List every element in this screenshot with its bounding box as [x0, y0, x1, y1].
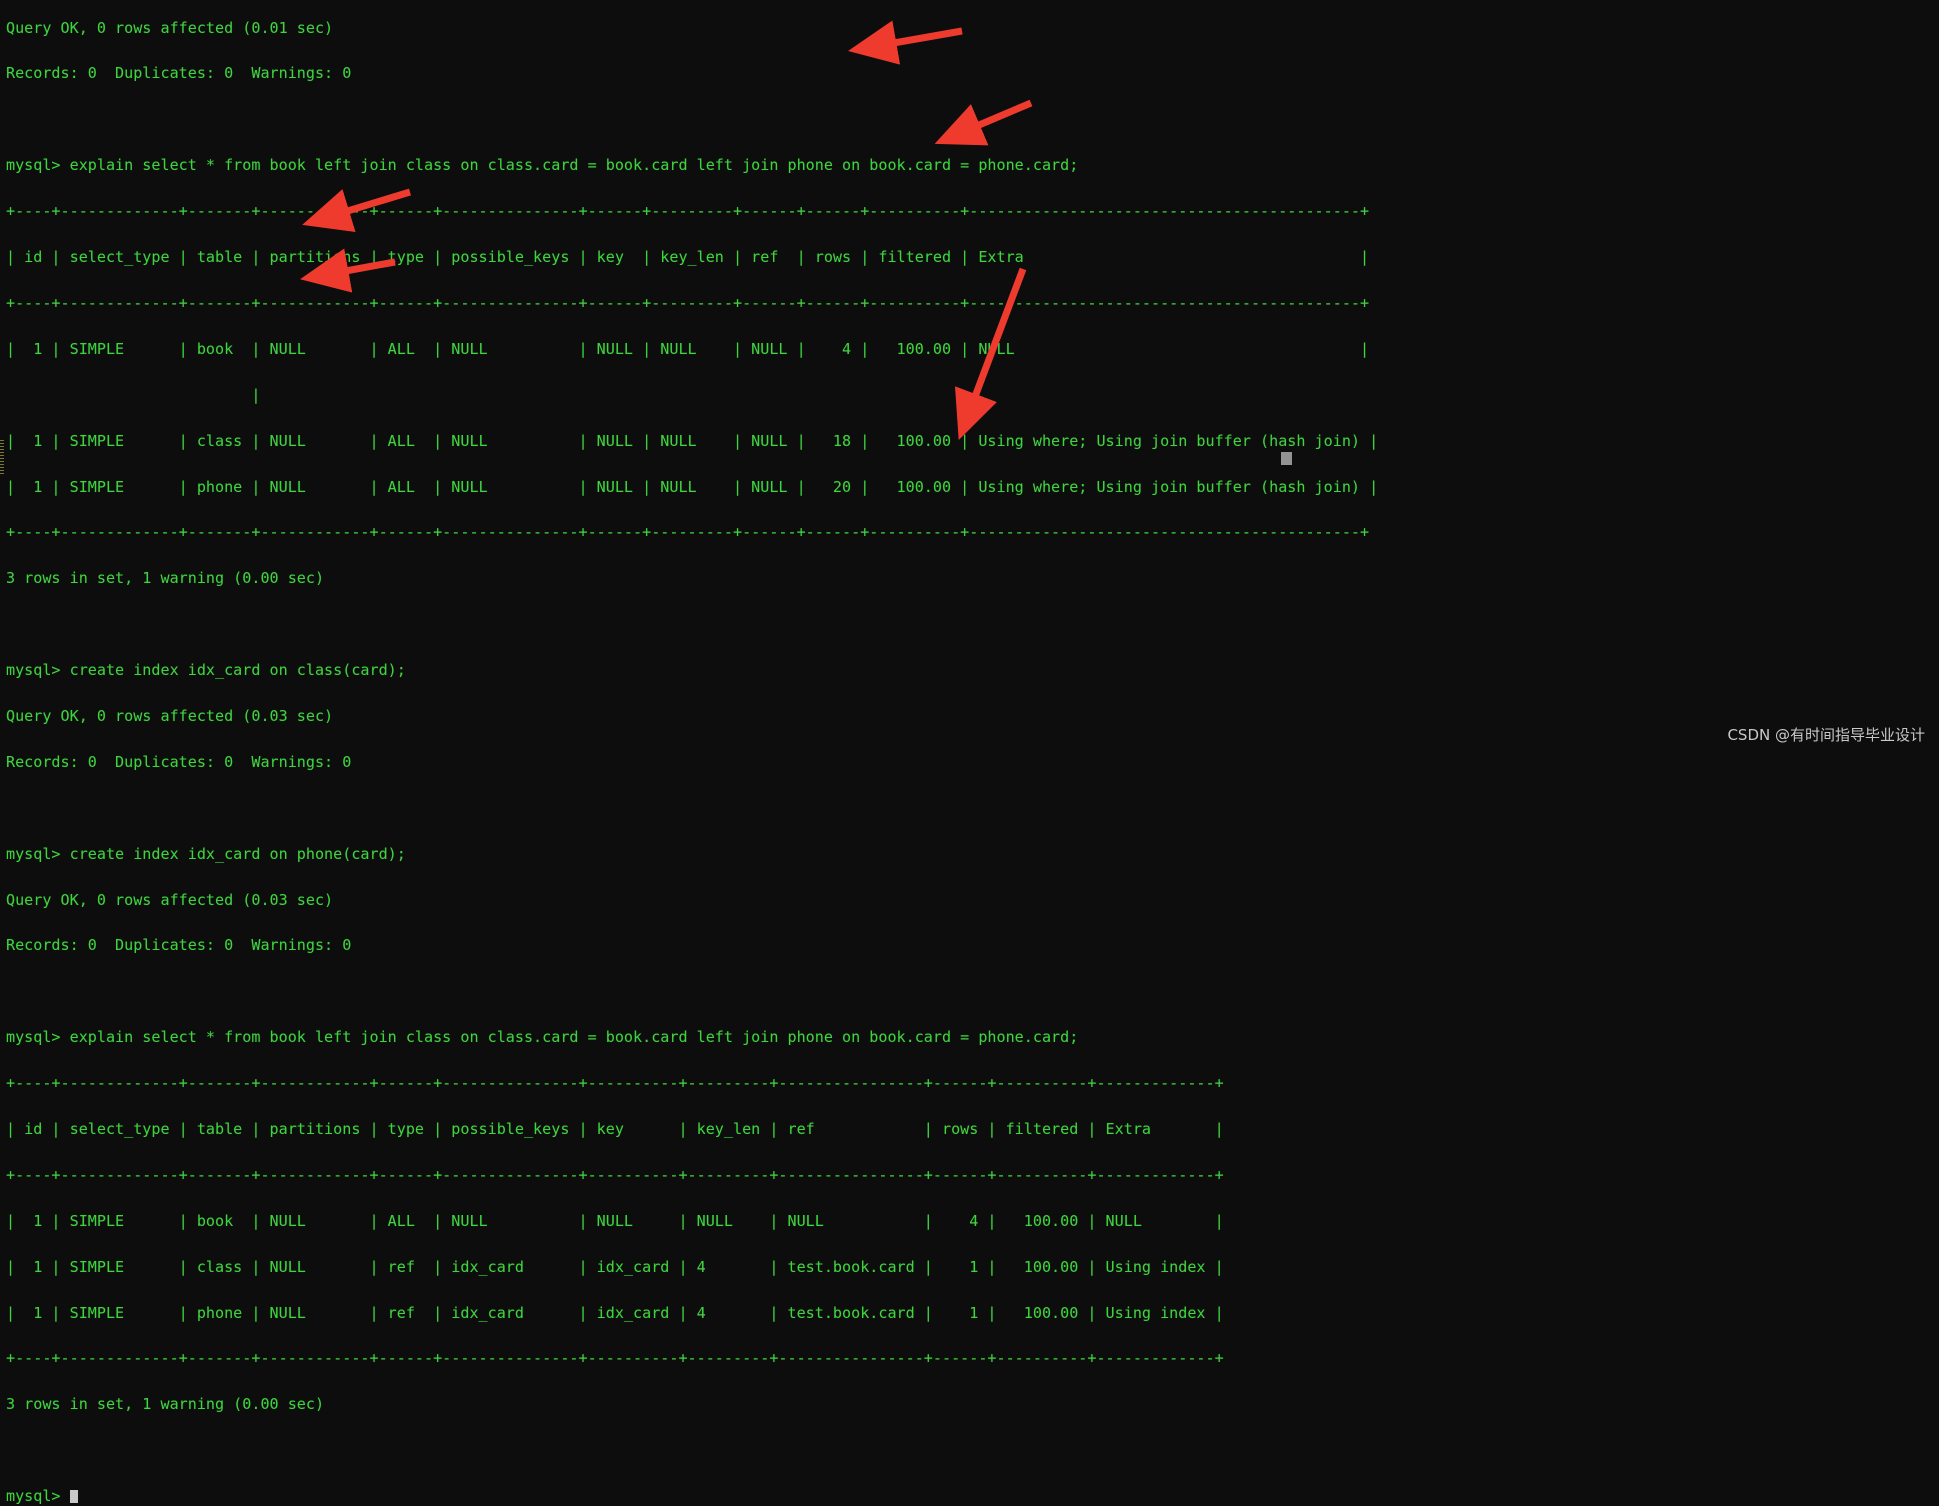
terminal-line: +----+-------------+-------+------------… [6, 202, 1370, 221]
csdn-watermark: CSDN @有时间指导毕业设计 [1727, 726, 1925, 744]
mouse-block-cursor [1281, 452, 1292, 465]
terminal-line: 3 rows in set, 1 warning (0.00 sec) [6, 1395, 325, 1414]
terminal-line: Query OK, 0 rows affected (0.01 sec) [6, 18, 334, 37]
terminal-line: 3 rows in set, 1 warning (0.00 sec) [6, 569, 325, 588]
terminal-line: +----+-------------+-------+------------… [6, 1349, 1224, 1368]
scrollbar-tick [0, 446, 4, 447]
terminal-line: | 1 | SIMPLE | book | NULL | ALL | NULL … [6, 339, 1370, 358]
terminal-line: mysql> create index idx_card on class(ca… [6, 661, 406, 680]
terminal-line: | 1 | SIMPLE | phone | NULL | ref | idx_… [6, 1303, 1224, 1322]
terminal-line: +----+-------------+-------+------------… [6, 523, 1370, 542]
terminal-prompt: mysql> [6, 1487, 70, 1506]
terminal-line: +----+-------------+-------+------------… [6, 1074, 1224, 1093]
scrollbar-tick [0, 440, 4, 441]
terminal-line: Records: 0 Duplicates: 0 Warnings: 0 [6, 752, 352, 771]
terminal-line: | 1 | SIMPLE | class | NULL | ref | idx_… [6, 1257, 1224, 1276]
scrollbar-tick [0, 464, 4, 465]
scrollbar-tick-marks[interactable] [0, 440, 4, 500]
text-cursor [69, 1490, 79, 1504]
terminal-screen[interactable]: Query OK, 0 rows affected (0.01 sec) Rec… [6, 0, 1378, 1506]
terminal-line: Query OK, 0 rows affected (0.03 sec) [6, 890, 334, 909]
terminal-line: mysql> explain select * from book left j… [6, 1028, 1079, 1047]
scrollbar-tick [0, 473, 4, 474]
terminal-prompt-line[interactable]: mysql> [6, 1487, 1378, 1506]
terminal-line: Records: 0 Duplicates: 0 Warnings: 0 [6, 64, 352, 83]
terminal-line: | 1 | SIMPLE | class | NULL | ALL | NULL… [6, 431, 1379, 450]
terminal-line: | id | select_type | table | partitions … [6, 248, 1370, 267]
terminal-line: | [6, 385, 261, 404]
scrollbar-tick [0, 458, 4, 459]
scrollbar-tick [0, 461, 4, 462]
terminal-line: | id | select_type | table | partitions … [6, 1119, 1224, 1138]
terminal-line: | 1 | SIMPLE | phone | NULL | ALL | NULL… [6, 477, 1379, 496]
terminal-line: Records: 0 Duplicates: 0 Warnings: 0 [6, 936, 352, 955]
scrollbar-tick [0, 455, 4, 456]
terminal-line: +----+-------------+-------+------------… [6, 1165, 1224, 1184]
terminal-line: +----+-------------+-------+------------… [6, 293, 1370, 312]
scrollbar-tick [0, 452, 4, 453]
scrollbar-tick [0, 467, 4, 468]
terminal-line: Query OK, 0 rows affected (0.03 sec) [6, 706, 334, 725]
scrollbar-tick [0, 443, 4, 444]
terminal-line: mysql> explain select * from book left j… [6, 156, 1079, 175]
terminal-line: mysql> create index idx_card on phone(ca… [6, 844, 406, 863]
scrollbar-tick [0, 470, 4, 471]
terminal-window[interactable]: Query OK, 0 rows affected (0.01 sec) Rec… [0, 0, 1939, 1504]
terminal-line: | 1 | SIMPLE | book | NULL | ALL | NULL … [6, 1211, 1224, 1230]
scrollbar-tick [0, 449, 4, 450]
